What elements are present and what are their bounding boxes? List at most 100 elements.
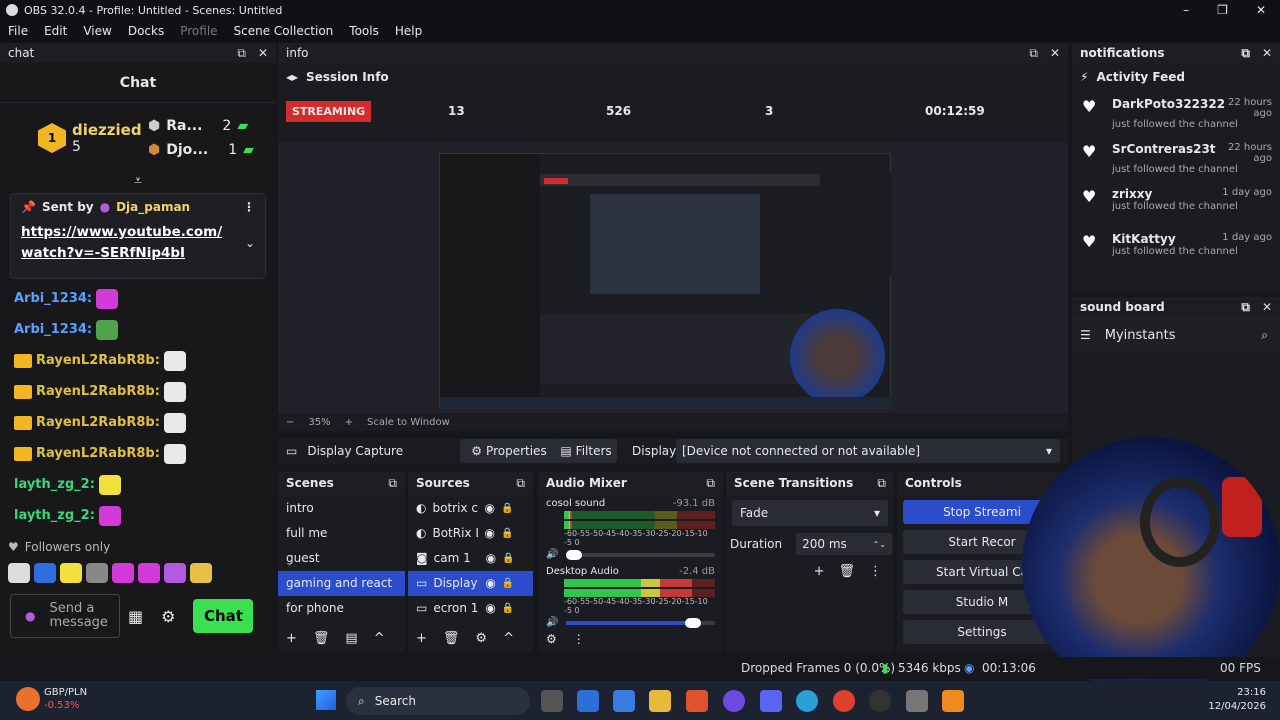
menu-file[interactable]: File [0,24,36,38]
emote[interactable] [60,563,82,583]
eye-icon[interactable]: ◉ [484,496,494,521]
display-select[interactable]: [Device not connected or not available] ▾ [676,439,1060,463]
eye-icon[interactable]: ◉ [486,546,496,571]
volume-knob[interactable] [684,617,701,628]
scene-item[interactable]: guest [278,546,405,571]
chevron-down-icon[interactable]: ⌄ [245,236,255,250]
add-icon[interactable]: + [416,631,427,646]
chat-username[interactable]: layth_zg_2: [14,508,95,523]
gear-icon[interactable]: ⚙ [161,607,175,626]
volume-slider[interactable] [566,617,715,628]
mic-icon[interactable]: ● [25,609,35,623]
chat-username[interactable]: RayenL2RabR8b: [36,353,160,368]
trash-icon[interactable]: 🗑 [443,631,460,646]
lock-icon[interactable]: 🔒 [501,496,513,521]
maximize-icon[interactable]: ❐ [1217,3,1228,17]
float-icon[interactable]: ⧉ [388,476,397,491]
hamburger-icon[interactable]: ☰ [1080,328,1091,342]
emote[interactable] [86,563,108,583]
obs-icon[interactable] [869,690,891,712]
more-icon[interactable]: ⋮ [243,200,255,214]
close-icon[interactable]: ✕ [1050,46,1060,60]
more-icon[interactable]: ⋮ [869,564,882,579]
clock[interactable]: 23:16 12/04/2026 [1208,686,1266,714]
chat-username[interactable]: RayenL2RabR8b: [36,384,160,399]
app-icon[interactable] [723,690,745,712]
app-icon[interactable] [577,690,599,712]
chat-input[interactable]: ● Send a message [10,594,120,638]
store-icon[interactable] [613,690,635,712]
menu-view[interactable]: View [75,24,119,38]
menu-scene-collection[interactable]: Scene Collection [226,24,342,38]
float-icon[interactable]: ⧉ [516,476,525,491]
filters-button[interactable]: ▤ Filters [555,439,617,463]
filter-icon[interactable]: ▤ [345,631,357,646]
lock-icon[interactable]: 🔒 [501,521,513,546]
close-icon[interactable]: ✕ [1262,46,1272,60]
source-item[interactable]: ▭ ecron 1 ◉ 🔒 [408,596,533,621]
add-icon[interactable]: + [286,631,297,646]
float-icon[interactable]: ⧉ [237,46,246,61]
chat-username[interactable]: layth_zg_2: [14,477,95,492]
emote[interactable] [112,563,134,583]
lock-icon[interactable]: 🔒 [502,546,514,571]
scene-item-selected[interactable]: gaming and react [278,571,405,596]
menu-docks[interactable]: Docks [120,24,172,38]
chat-username[interactable]: RayenL2RabR8b: [36,415,160,430]
menu-edit[interactable]: Edit [36,24,75,38]
chat-username[interactable]: Arbi_1234: [14,291,92,306]
edge-icon[interactable] [796,690,818,712]
menu-tools[interactable]: Tools [341,24,387,38]
stocks-widget[interactable]: GBP/PLN -0.53% [44,686,87,712]
store-icon[interactable]: ▦ [128,607,143,626]
float-icon[interactable]: ⧉ [1241,46,1250,61]
settings-icon[interactable] [906,690,928,712]
gear-icon[interactable]: ⚙ [475,631,487,646]
zoom-out-icon[interactable]: − [286,417,294,428]
add-icon[interactable]: + [814,564,825,579]
chat-username[interactable]: RayenL2RabR8b: [36,446,160,461]
zoom-in-icon[interactable]: + [345,417,353,428]
menu-help[interactable]: Help [387,24,430,38]
discord-icon[interactable] [760,690,782,712]
search-icon[interactable]: ⌕ [1261,328,1268,343]
eye-icon[interactable]: ◉ [484,521,494,546]
lock-icon[interactable]: 🔒 [502,596,514,621]
scene-item[interactable]: for phone [278,596,405,621]
windows-start-icon[interactable] [316,690,336,710]
source-item[interactable]: ▭ Display ◉ 🔒 [408,571,533,596]
preview-area[interactable] [278,143,1068,413]
scale-mode[interactable]: Scale to Window [367,417,450,428]
emote[interactable] [164,563,186,583]
transition-select[interactable]: Fade ▾ [732,500,888,526]
menu-profile[interactable]: Profile [172,24,225,38]
properties-button[interactable]: ⚙ Properties [460,439,558,463]
scene-item[interactable]: full me [278,521,405,546]
chat-send-button[interactable]: Chat [193,599,254,633]
close-icon[interactable]: ✕ [258,46,268,60]
taskbar-search[interactable]: ⌕ Search [346,687,530,715]
stocks-widget-icon[interactable] [16,687,40,711]
eye-icon[interactable]: ◉ [485,596,495,621]
trash-icon[interactable]: 🗑 [313,631,330,646]
speaker-icon[interactable]: 🔊 [546,549,558,560]
more-icon[interactable]: ⋮ [573,632,585,646]
float-icon[interactable]: ⧉ [706,476,715,491]
brave-icon[interactable] [686,690,708,712]
pinned-link[interactable]: https://www.youtube.com/watch?v=-SERfNip… [21,222,229,264]
source-item[interactable]: ◐ BotRix L ◉ 🔒 [408,521,533,546]
float-icon[interactable]: ⧉ [1029,46,1038,61]
folder-icon[interactable] [649,690,671,712]
volume-knob[interactable] [565,549,582,560]
chrome-icon[interactable] [833,690,855,712]
float-icon[interactable]: ⧉ [877,476,886,491]
chevron-up-icon[interactable]: ^ [503,631,514,646]
emote[interactable] [190,563,212,583]
close-icon[interactable]: ✕ [1256,3,1266,17]
emote[interactable] [34,563,56,583]
duration-input[interactable]: 200 ms ⌃⌄ [796,533,893,555]
volume-slider[interactable] [565,549,715,560]
eye-icon[interactable]: ◉ [485,571,495,596]
chat-username[interactable]: Arbi_1234: [14,322,92,337]
emote[interactable] [8,563,30,583]
